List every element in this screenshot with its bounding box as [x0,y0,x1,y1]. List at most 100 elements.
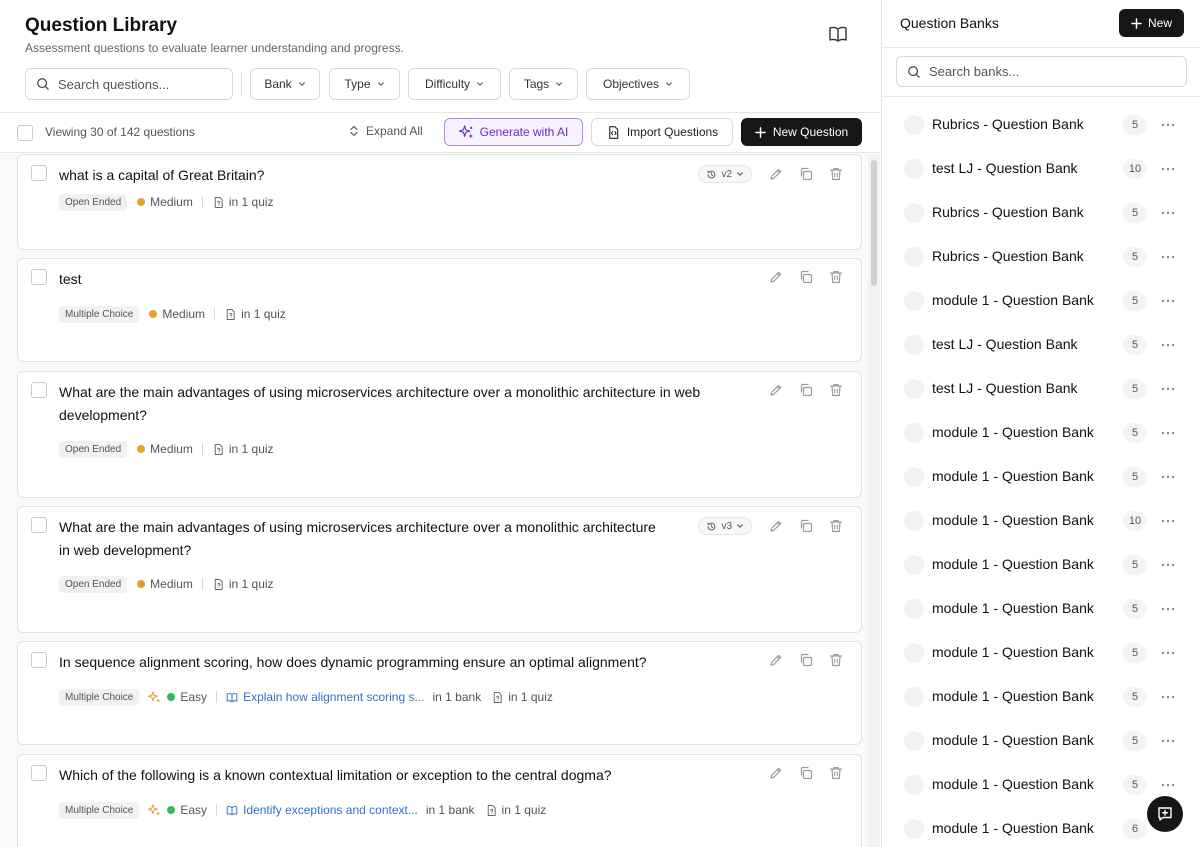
search-questions-box[interactable] [25,68,233,100]
duplicate-icon[interactable] [798,652,814,668]
bank-list-item[interactable]: Rubrics - Question Bank 5 [882,235,1199,279]
objective-link[interactable]: Identify exceptions and context... [243,803,418,817]
duplicate-icon[interactable] [798,269,814,285]
more-options-icon[interactable] [1160,689,1176,705]
edit-pencil-icon[interactable] [768,269,784,285]
edit-pencil-icon[interactable] [768,652,784,668]
edit-pencil-icon[interactable] [768,518,784,534]
edit-pencil-icon[interactable] [768,166,784,182]
question-card[interactable]: In sequence alignment scoring, how does … [17,641,862,745]
more-options-icon[interactable] [1160,381,1176,397]
more-options-icon[interactable] [1160,117,1176,133]
banks-panel-title: Question Banks [900,15,999,31]
question-checkbox[interactable] [31,765,47,781]
edit-pencil-icon[interactable] [768,765,784,781]
question-checkbox[interactable] [31,165,47,181]
question-card[interactable]: What are the main advantages of using mi… [17,506,862,633]
question-card[interactable]: Which of the following is a known contex… [17,754,862,847]
search-banks-input[interactable] [929,64,1169,79]
meta-separator [201,196,203,208]
filter-bank-label: Bank [264,77,292,91]
question-checkbox[interactable] [31,269,47,285]
bank-list-item[interactable]: module 1 - Question Bank 5 [882,279,1199,323]
new-question-button[interactable]: New Question [741,118,862,146]
bank-list-item[interactable]: module 1 - Question Bank 5 [882,587,1199,631]
expand-all-button[interactable]: Expand All [348,124,423,138]
more-options-icon[interactable] [1160,513,1176,529]
version-dropdown[interactable]: v3 [698,517,752,535]
more-options-icon[interactable] [1160,469,1176,485]
more-options-icon[interactable] [1160,645,1176,661]
bank-list-item[interactable]: Rubrics - Question Bank 5 [882,103,1199,147]
more-options-icon[interactable] [1160,161,1176,177]
question-card[interactable]: What are the main advantages of using mi… [17,371,862,498]
duplicate-icon[interactable] [798,382,814,398]
new-bank-button[interactable]: New [1119,9,1184,37]
filter-divider [241,72,242,96]
question-meta: Multiple Choice Medium in 1 quiz [59,304,286,324]
question-card[interactable]: test Multiple Choice Medium in 1 quiz [17,258,862,362]
duplicate-icon[interactable] [798,765,814,781]
filter-difficulty-button[interactable]: Difficulty [408,68,501,100]
delete-trash-icon[interactable] [828,166,844,182]
filter-objectives-button[interactable]: Objectives [586,68,690,100]
more-options-icon[interactable] [1160,425,1176,441]
search-questions-input[interactable] [58,76,218,92]
more-options-icon[interactable] [1160,337,1176,353]
bank-list-item[interactable]: module 1 - Question Bank 5 [882,455,1199,499]
bank-list-item[interactable]: module 1 - Question Bank 10 [882,499,1199,543]
more-options-icon[interactable] [1160,601,1176,617]
filter-bank-button[interactable]: Bank [250,68,320,100]
book-icon[interactable] [828,25,848,43]
more-options-icon[interactable] [1160,733,1176,749]
bank-list-item[interactable]: module 1 - Question Bank 5 [882,631,1199,675]
bank-avatar [904,511,924,531]
list-scrollbar-thumb[interactable] [871,160,877,286]
bank-list-item[interactable]: test LJ - Question Bank 5 [882,367,1199,411]
filter-type-button[interactable]: Type [329,68,400,100]
quiz-doc-icon [212,443,225,456]
edit-pencil-icon[interactable] [768,382,784,398]
chat-fab-button[interactable] [1147,796,1183,832]
bank-avatar [904,159,924,179]
duplicate-icon[interactable] [798,166,814,182]
question-checkbox[interactable] [31,382,47,398]
select-all-checkbox[interactable] [17,125,33,141]
bank-name: test LJ - Question Bank [932,160,1078,176]
more-options-icon[interactable] [1160,777,1176,793]
delete-trash-icon[interactable] [828,382,844,398]
bank-avatar [904,819,924,839]
filter-tags-button[interactable]: Tags [509,68,578,100]
import-questions-button[interactable]: Import Questions [591,118,733,146]
bank-list-item[interactable]: test LJ - Question Bank 10 [882,147,1199,191]
delete-trash-icon[interactable] [828,269,844,285]
bank-list-item[interactable]: module 1 - Question Bank 5 [882,411,1199,455]
duplicate-icon[interactable] [798,518,814,534]
question-checkbox[interactable] [31,652,47,668]
quiz-doc-icon [212,578,225,591]
chevron-down-icon [298,80,306,88]
bank-list-item[interactable]: module 1 - Question Bank 5 [882,543,1199,587]
delete-trash-icon[interactable] [828,518,844,534]
question-text-line: in web development? [59,542,192,558]
objective-link[interactable]: Explain how alignment scoring s... [243,690,424,704]
question-card[interactable]: what is a capital of Great Britain? Open… [17,154,862,250]
bank-list-item[interactable]: test LJ - Question Bank 5 [882,323,1199,367]
bank-list-item[interactable]: module 1 - Question Bank 5 [882,719,1199,763]
delete-trash-icon[interactable] [828,765,844,781]
more-options-icon[interactable] [1160,249,1176,265]
question-checkbox[interactable] [31,517,47,533]
bank-list-item[interactable]: Rubrics - Question Bank 5 [882,191,1199,235]
more-options-icon[interactable] [1160,205,1176,221]
more-options-icon[interactable] [1160,557,1176,573]
bank-avatar [904,203,924,223]
more-options-icon[interactable] [1160,293,1176,309]
chevron-down-icon [555,80,563,88]
generate-with-ai-button[interactable]: Generate with AI [444,118,583,146]
delete-trash-icon[interactable] [828,652,844,668]
version-dropdown[interactable]: v2 [698,165,752,183]
question-meta: Multiple Choice Easy Explain how alignme… [59,687,553,707]
search-banks-box[interactable] [896,56,1187,87]
bank-avatar [904,467,924,487]
bank-list-item[interactable]: module 1 - Question Bank 5 [882,675,1199,719]
